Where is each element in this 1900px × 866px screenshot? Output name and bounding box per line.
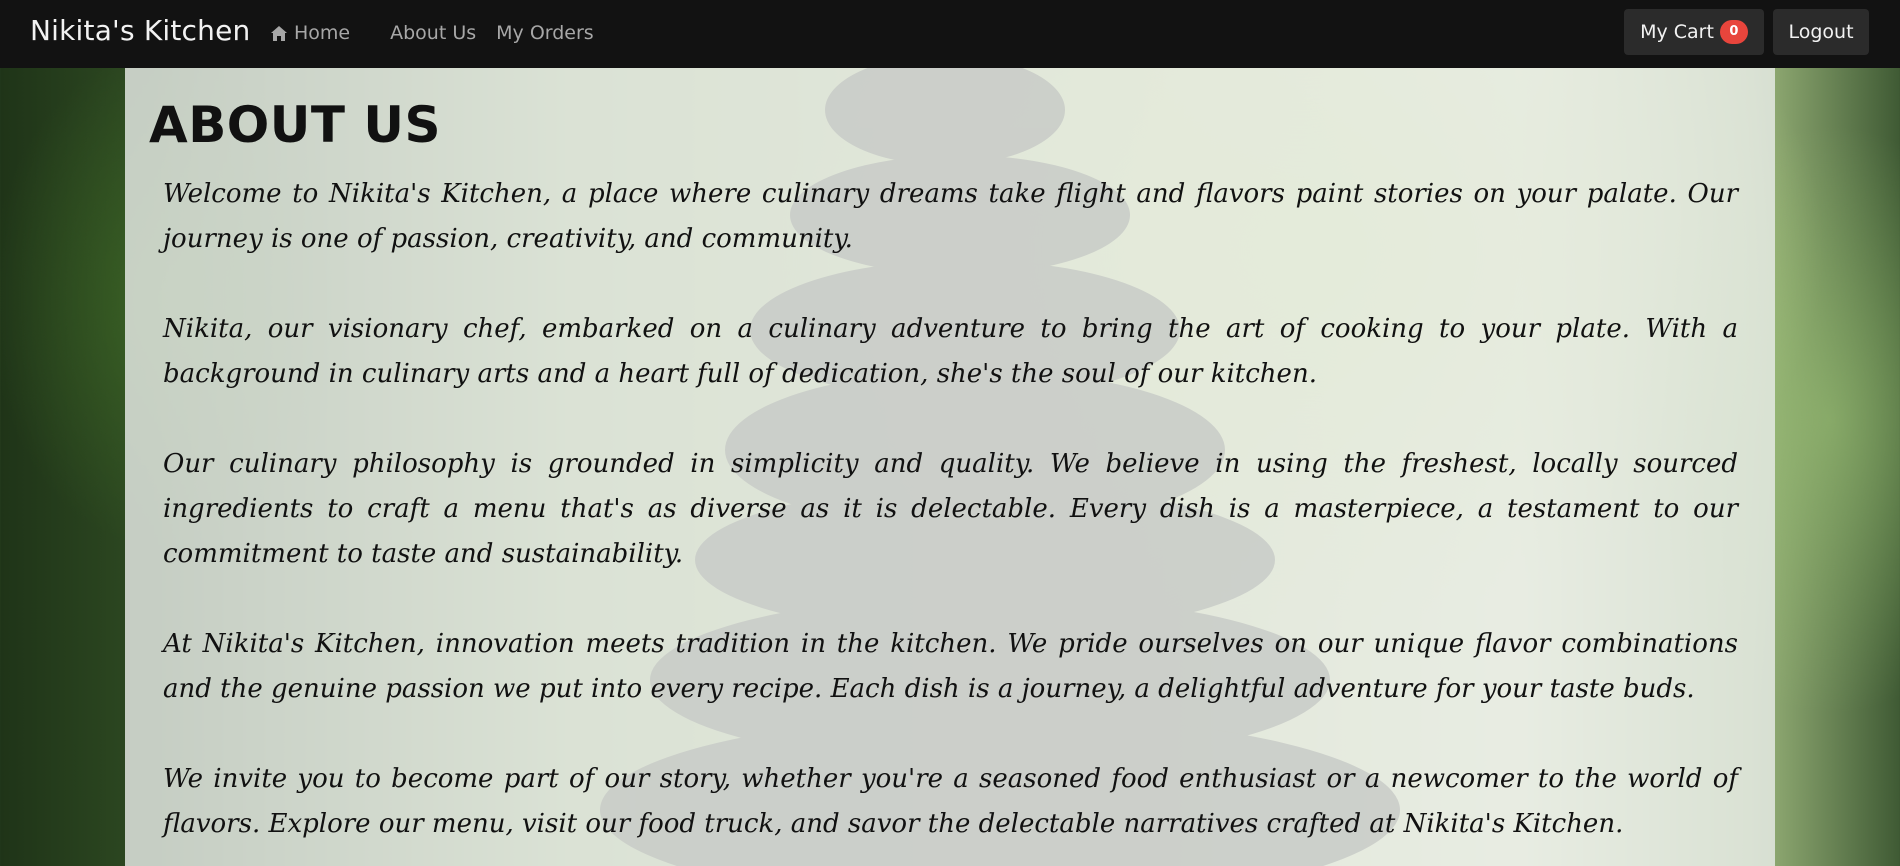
nav-home-label: Home: [294, 22, 351, 44]
about-paragraph: Nikita, our visionary chef, embarked on …: [163, 314, 1738, 389]
nav-links: Home About Us My Orders: [270, 22, 594, 44]
home-icon: [271, 25, 287, 41]
cart-count-badge: 0: [1719, 20, 1748, 44]
nav-my-orders-link[interactable]: My Orders: [496, 22, 594, 44]
my-cart-button[interactable]: My Cart 0: [1624, 9, 1764, 55]
nav-about-us-link[interactable]: About Us: [390, 22, 476, 44]
brand-logo-text[interactable]: Nikita's Kitchen: [30, 14, 250, 47]
about-us-panel: ABOUT US Welcome to Nikita's Kitchen, a …: [125, 68, 1775, 866]
about-us-text: Welcome to Nikita's Kitchen, a place whe…: [163, 172, 1738, 866]
nav-home-link[interactable]: Home: [270, 22, 350, 44]
about-paragraph: Our culinary philosophy is grounded in s…: [163, 449, 1738, 569]
logout-button[interactable]: Logout: [1773, 9, 1869, 55]
about-paragraph: At Nikita's Kitchen, innovation meets tr…: [163, 629, 1738, 704]
about-paragraph: We invite you to become part of our stor…: [163, 764, 1738, 839]
about-paragraph: Welcome to Nikita's Kitchen, a place whe…: [163, 179, 1738, 254]
top-navbar: Nikita's Kitchen Home About Us My Orders…: [0, 0, 1900, 68]
cart-label: My Cart: [1640, 21, 1714, 43]
page-title: ABOUT US: [149, 96, 442, 154]
